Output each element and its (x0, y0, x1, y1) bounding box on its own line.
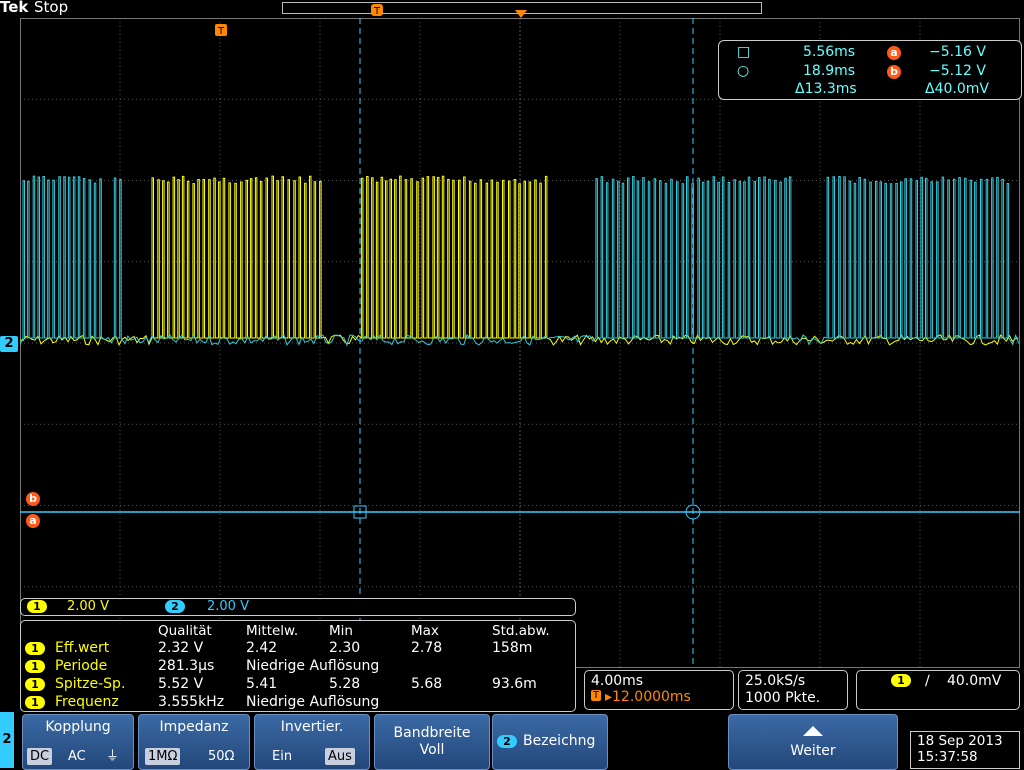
cursor-1-icon: □ (737, 44, 751, 60)
bandbreite-button[interactable]: Bandbreite Voll (374, 714, 490, 770)
table-row: 1 Periode 281.3µs Niedrige Auflösung (25, 658, 575, 674)
ch2-chip: 2 (165, 600, 185, 613)
time-scale: 4.00ms (591, 673, 644, 689)
record-length: 1000 Pkte. (745, 690, 821, 706)
cursor-2-time: 18.9ms (803, 63, 856, 79)
weiter-button[interactable]: Weiter (728, 714, 898, 770)
ch1-scale: 2.00 V (67, 599, 109, 614)
delay-trigger-icon: T (591, 690, 602, 701)
record-trigger-icon: T (371, 4, 383, 17)
col-header: Max (411, 623, 439, 639)
delta-volt: Δ40.0mV (925, 81, 989, 97)
impedance-50[interactable]: 50Ω (205, 748, 237, 765)
cursor-a-label: a (26, 514, 40, 528)
cursor-2-icon: ○ (737, 63, 750, 79)
cursor-readout: □ 5.56ms a −5.16 V ○ 18.9ms b −5.12 V Δ1… (718, 40, 1022, 100)
run-state: Stop (34, 0, 69, 16)
table-row: 1 Eff.wert 2.32 V 2.42 2.30 2.78 158m (25, 640, 575, 656)
ch2-label-chip: 2 (497, 735, 517, 748)
trigger-readout[interactable]: 1 ∕ 40.0mV (856, 670, 1020, 710)
col-header: Min (329, 623, 353, 639)
bezeichnung-button[interactable]: 2 Bezeichng (492, 714, 608, 770)
col-header: Std.abw. (492, 623, 550, 639)
ch2-trace (20, 175, 1020, 347)
channel-scale-bar[interactable]: 1 2.00 V 2 2.00 V (20, 598, 576, 616)
b-icon: b (887, 65, 901, 79)
brand-logo: Tek (0, 0, 29, 16)
time: 15:37:58 (917, 749, 978, 765)
invert-off[interactable]: Aus (325, 748, 355, 765)
date: 18 Sep 2013 (917, 733, 1003, 749)
ch2-level-marker[interactable]: 2 (0, 336, 18, 352)
timebase-readout[interactable]: 4.00ms T ▸12.0000ms (584, 670, 734, 710)
svg-text:T: T (373, 6, 381, 17)
sample-rate: 25.0kS/s (745, 673, 806, 689)
invertier-button[interactable]: Invertier. Ein Aus (254, 714, 370, 770)
date-time: 18 Sep 2013 15:37:58 (910, 731, 1020, 769)
cursor-1-time: 5.56ms (803, 44, 856, 60)
table-row: 1 Spitze-Sp. 5.52 V 5.41 5.28 5.68 93.6m (25, 676, 575, 692)
kopplung-button[interactable]: Kopplung DC AC ⏚ (22, 714, 134, 770)
trigger-level: 40.0mV (947, 673, 1002, 689)
impedanz-button[interactable]: Impedanz 1MΩ 50Ω (138, 714, 250, 770)
channel-side-tab[interactable]: 2 (0, 712, 14, 768)
svg-text:T: T (217, 26, 225, 37)
waveform-plot[interactable]: T (20, 18, 1020, 668)
measurement-table[interactable]: Qualität Mittelw. Min Max Std.abw. 1 Eff… (20, 620, 576, 712)
ch1-chip: 1 (27, 600, 47, 613)
ground-icon[interactable]: ⏚ (103, 744, 122, 765)
arrow-up-icon (803, 726, 823, 736)
col-header: Mittelw. (246, 623, 299, 639)
coupling-ac[interactable]: AC (65, 748, 89, 765)
a-value: −5.16 V (929, 44, 986, 60)
status-bar: Tek Stop T (0, 0, 1024, 18)
table-row: 1 Frequenz 3.555kHz Niedrige Auflösung (25, 694, 575, 710)
ch1-trace (20, 175, 1019, 347)
delay-value: ▸12.0000ms (605, 689, 691, 705)
impedance-1m[interactable]: 1MΩ (145, 748, 181, 765)
col-header: Qualität (158, 623, 212, 639)
coupling-dc[interactable]: DC (27, 748, 53, 765)
trigger-source-chip: 1 (891, 674, 911, 687)
delta-time: Δ13.3ms (795, 81, 857, 97)
acquisition-readout[interactable]: 25.0kS/s 1000 Pkte. (738, 670, 848, 710)
b-value: −5.12 V (929, 63, 986, 79)
invert-on[interactable]: Ein (269, 748, 295, 765)
cursor-b-label: b (26, 492, 40, 506)
rising-edge-icon: ∕ (925, 673, 930, 689)
graticule (20, 18, 1020, 668)
ch2-scale: 2.00 V (207, 599, 249, 614)
a-icon: a (887, 46, 901, 60)
